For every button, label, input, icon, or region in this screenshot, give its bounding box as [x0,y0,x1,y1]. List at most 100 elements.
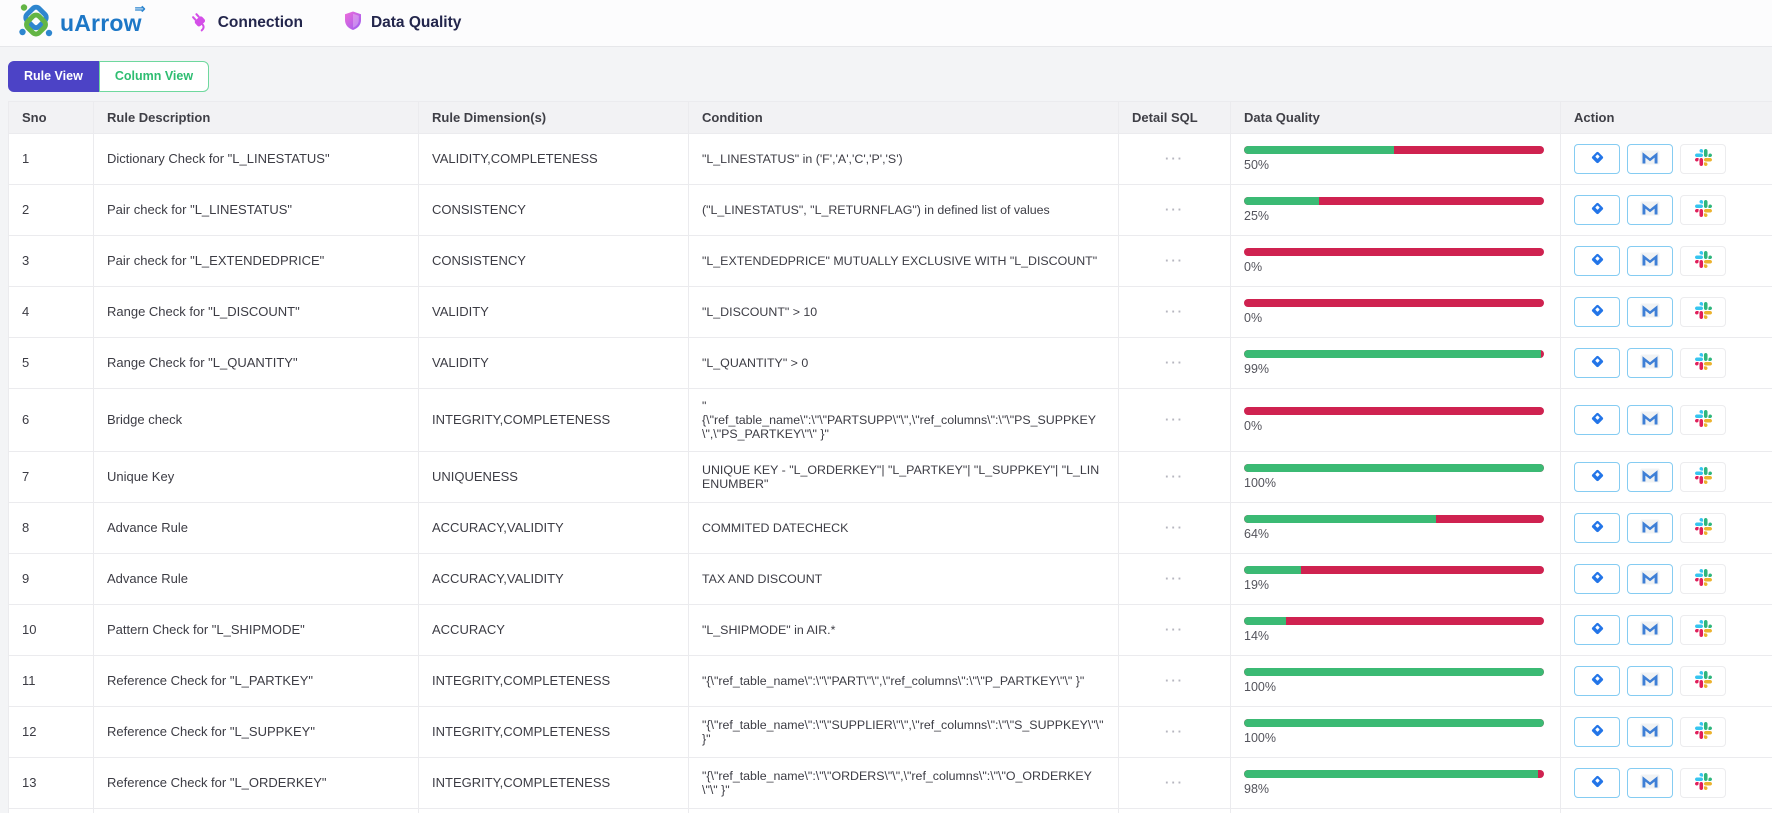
data-quality-percent-label: 0% [1244,260,1547,274]
slack-button[interactable] [1680,615,1726,645]
slack-button[interactable] [1680,462,1726,492]
jira-button[interactable] [1574,513,1620,543]
detail-sql-ellipsis-button[interactable]: ··· [1165,571,1184,586]
cell-condition: "L_DISCOUNT" > 10 [689,286,1119,337]
top-navbar: uArrow ⇒ Connection [0,0,1772,47]
cell-rule-description: Reference Check for "L_ORDERKEY" [94,757,419,808]
gmail-button[interactable] [1627,666,1673,696]
jira-button[interactable] [1574,768,1620,798]
jira-button[interactable] [1574,615,1620,645]
table-row: 4 Range Check for "L_DISCOUNT" VALIDITY … [9,286,1772,337]
header-sno: Sno [9,101,94,133]
gmail-button[interactable] [1627,615,1673,645]
table-row: 7 Unique Key UNIQUENESS UNIQUE KEY - "L_… [9,451,1772,502]
cell-rule-dimensions: ACCURACY,VALIDITY [419,553,689,604]
jira-button[interactable] [1574,297,1620,327]
nav-item-connection[interactable]: Connection [188,10,303,37]
jira-button[interactable] [1574,717,1620,747]
tab-column-view[interactable]: Column View [99,61,209,92]
cell-data-quality: 99% [1231,337,1561,388]
detail-sql-ellipsis-button[interactable]: ··· [1165,673,1184,688]
detail-sql-ellipsis-button[interactable]: ··· [1165,520,1184,535]
brand-logo[interactable]: uArrow ⇒ [16,1,142,46]
detail-sql-ellipsis-button[interactable]: ··· [1165,469,1184,484]
cell-rule-dimensions: INTEGRITY,COMPLETENESS [419,388,689,451]
gmail-button[interactable] [1627,564,1673,594]
table-header-row: Sno Rule Description Rule Dimension(s) C… [9,101,1772,133]
nav-item-data-quality[interactable]: Data Quality [343,10,461,37]
data-quality-bar-fill [1244,146,1394,154]
cell-detail-sql: ··· [1119,286,1231,337]
detail-sql-ellipsis-button[interactable]: ··· [1165,412,1184,427]
slack-button[interactable] [1680,348,1726,378]
jira-button[interactable] [1574,564,1620,594]
cell-action [1561,502,1772,553]
gmail-button[interactable] [1627,297,1673,327]
slack-icon [1695,773,1712,793]
jira-button[interactable] [1574,348,1620,378]
data-quality-bar [1244,299,1544,307]
gmail-button[interactable] [1627,717,1673,747]
detail-sql-ellipsis-button[interactable]: ··· [1165,253,1184,268]
gmail-button[interactable] [1627,195,1673,225]
jira-button[interactable] [1574,666,1620,696]
cell-sno: 6 [9,388,94,451]
slack-button[interactable] [1680,717,1726,747]
jira-button[interactable] [1574,246,1620,276]
cell-data-quality: 100% [1231,706,1561,757]
slack-button[interactable] [1680,195,1726,225]
table-row: 14 Relation check for "L_DISCOUNT" CONSI… [9,808,1772,813]
jira-icon [1589,671,1606,691]
cell-rule-description: Range Check for "L_DISCOUNT" [94,286,419,337]
action-buttons [1574,615,1759,645]
data-quality-bar-fill [1244,566,1301,574]
detail-sql-ellipsis-button[interactable]: ··· [1165,355,1184,370]
slack-icon [1695,467,1712,487]
tab-rule-view[interactable]: Rule View [8,61,99,92]
cell-detail-sql: ··· [1119,235,1231,286]
gmail-button[interactable] [1627,768,1673,798]
gmail-button[interactable] [1627,405,1673,435]
slack-button[interactable] [1680,666,1726,696]
jira-button[interactable] [1574,195,1620,225]
detail-sql-ellipsis-button[interactable]: ··· [1165,202,1184,217]
cell-detail-sql: ··· [1119,502,1231,553]
detail-sql-ellipsis-button[interactable]: ··· [1165,724,1184,739]
data-quality-percent-label: 100% [1244,476,1547,490]
data-quality-bar [1244,464,1544,472]
gmail-button[interactable] [1627,246,1673,276]
cell-rule-dimensions: VALIDITY [419,286,689,337]
detail-sql-ellipsis-button[interactable]: ··· [1165,151,1184,166]
detail-sql-ellipsis-button[interactable]: ··· [1165,775,1184,790]
slack-button[interactable] [1680,144,1726,174]
slack-button[interactable] [1680,405,1726,435]
cell-data-quality: 19% [1231,553,1561,604]
jira-icon [1589,149,1606,169]
gmail-icon [1640,354,1660,372]
jira-button[interactable] [1574,144,1620,174]
gmail-button[interactable] [1627,462,1673,492]
slack-button[interactable] [1680,513,1726,543]
table-row: 6 Bridge check INTEGRITY,COMPLETENESS " … [9,388,1772,451]
gmail-button[interactable] [1627,348,1673,378]
cell-sno: 12 [9,706,94,757]
detail-sql-ellipsis-button[interactable]: ··· [1165,622,1184,637]
cell-action [1561,388,1772,451]
rules-table-body: 1 Dictionary Check for "L_LINESTATUS" VA… [9,133,1772,813]
cell-rule-dimensions: UNIQUENESS [419,451,689,502]
slack-icon [1695,569,1712,589]
data-quality-bar-fill [1244,668,1544,676]
gmail-button[interactable] [1627,513,1673,543]
slack-button[interactable] [1680,768,1726,798]
slack-button[interactable] [1680,564,1726,594]
data-quality-percent-label: 64% [1244,527,1547,541]
gmail-button[interactable] [1627,144,1673,174]
jira-button[interactable] [1574,462,1620,492]
jira-button[interactable] [1574,405,1620,435]
data-quality-percent-label: 14% [1244,629,1547,643]
detail-sql-ellipsis-button[interactable]: ··· [1165,304,1184,319]
jira-icon [1589,773,1606,793]
slack-button[interactable] [1680,297,1726,327]
cell-rule-dimensions: CONSISTENCY [419,235,689,286]
slack-button[interactable] [1680,246,1726,276]
